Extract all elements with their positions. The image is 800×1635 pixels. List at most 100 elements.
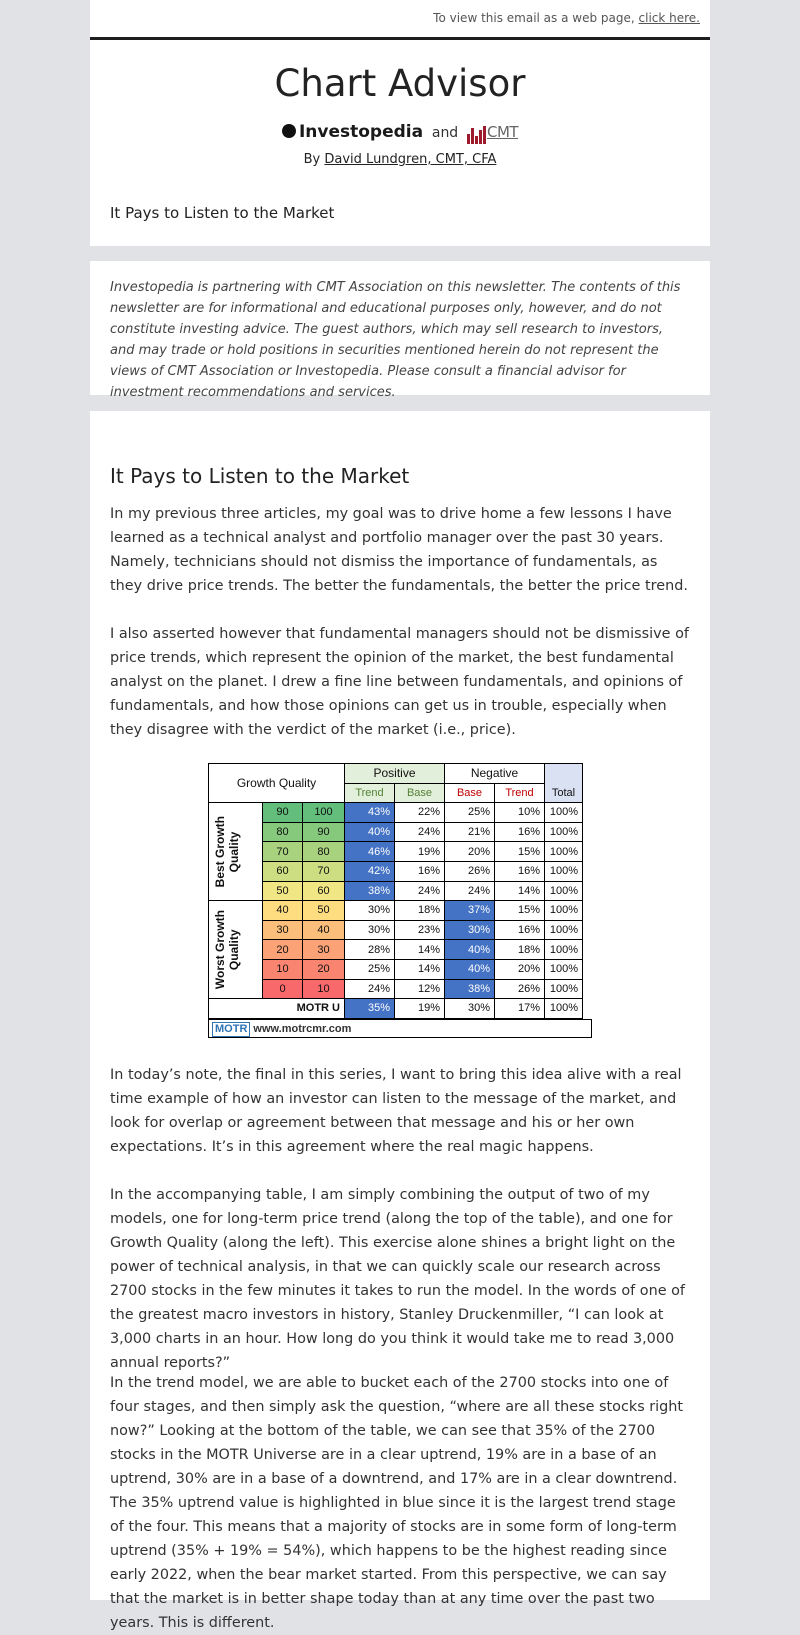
cell-pos-base: 18% [394, 900, 445, 921]
motr-table: Growth Quality Positive Negative Trend B… [208, 762, 583, 1019]
newsletter-title: Chart Advisor [274, 62, 526, 105]
article-title: It Pays to Listen to the Market [110, 464, 410, 488]
byline: By David Lundgren, CMT, CFA [90, 152, 710, 167]
header-positive: Positive [344, 763, 445, 784]
summary-neg-base: 30% [444, 998, 495, 1019]
cell-pos-trend: 25% [344, 958, 395, 980]
gq-low: 90 [262, 802, 303, 823]
header-growth-quality: Growth Quality [208, 762, 345, 804]
cell-pos-base: 16% [394, 860, 445, 882]
cell-pos-base: 19% [394, 841, 445, 862]
newsletter-header: Chart Advisor Investopedia and CMT By Da… [90, 40, 710, 246]
gq-high: 30 [302, 939, 345, 960]
gq-high: 70 [302, 860, 345, 882]
cell-pos-trend: 46% [344, 841, 395, 862]
gq-high: 10 [302, 978, 345, 1000]
gq-high: 50 [302, 900, 345, 921]
cell-pos-base: 14% [394, 939, 445, 960]
cell-pos-trend: 40% [344, 821, 395, 843]
cell-pos-trend: 43% [344, 802, 395, 823]
gq-low: 0 [262, 978, 303, 1000]
gq-low: 50 [262, 880, 303, 902]
cell-total: 100% [544, 860, 583, 882]
cell-pos-trend: 28% [344, 939, 395, 960]
cell-pos-trend: 30% [344, 919, 395, 941]
header-subtitle: It Pays to Listen to the Market [110, 204, 335, 222]
cell-neg-base: 21% [444, 821, 495, 843]
cell-neg-base: 40% [444, 939, 495, 960]
cmt-logo-text: CMT [486, 123, 519, 141]
article-paragraph: In today’s note, the final in this serie… [110, 1067, 682, 1155]
motr-table-image: Growth Quality Positive Negative Trend B… [208, 762, 594, 1038]
worst-growth-text: Worst Growth Quality [213, 910, 241, 990]
article-paragraph: In the trend model, we are able to bucke… [110, 1375, 684, 1631]
best-growth-text: Best Growth Quality [213, 816, 241, 888]
cell-neg-trend: 16% [494, 919, 545, 941]
byline-prefix: By [303, 152, 321, 167]
investopedia-logo-text: Investopedia [298, 122, 424, 142]
partners-and: and [431, 125, 459, 141]
cell-total: 100% [544, 821, 583, 843]
gq-high: 40 [302, 919, 345, 941]
worst-growth-label: Worst Growth Quality [208, 900, 263, 1000]
cell-pos-base: 24% [394, 880, 445, 902]
motr-logo: MOTR [212, 1022, 251, 1037]
cell-neg-trend: 18% [494, 939, 545, 960]
cell-total: 100% [544, 919, 583, 941]
cell-pos-trend: 38% [344, 880, 395, 902]
gq-low: 80 [262, 821, 303, 843]
webview-bar: To view this email as a web page, click … [90, 0, 710, 37]
summary-total: 100% [544, 998, 583, 1019]
cell-neg-trend: 26% [494, 978, 545, 1000]
cell-neg-trend: 14% [494, 880, 545, 902]
motr-u-label: MOTR U [208, 998, 345, 1019]
cell-pos-trend: 42% [344, 860, 395, 882]
webview-link[interactable]: click here. [639, 11, 700, 25]
cell-neg-trend: 20% [494, 958, 545, 980]
subheader-base: Base [394, 782, 445, 804]
article-paragraph: In the accompanying table, I am simply c… [110, 1187, 685, 1371]
cell-neg-base: 20% [444, 841, 495, 862]
cell-total: 100% [544, 841, 583, 862]
motr-url: www.motrcmr.com [253, 1023, 352, 1035]
cell-neg-base: 30% [444, 919, 495, 941]
author-link[interactable]: David Lundgren, CMT, CFA [324, 152, 496, 167]
article-paragraph: I also asserted however that fundamental… [110, 626, 689, 738]
webview-label: To view this email as a web page, [433, 11, 635, 25]
header-negative: Negative [444, 763, 545, 784]
gq-high: 20 [302, 958, 345, 980]
article-body: It Pays to Listen to the Market In my pr… [90, 411, 710, 1631]
table-footer: MOTR www.motrcmr.com [208, 1019, 592, 1038]
cell-total: 100% [544, 880, 583, 902]
cell-neg-base: 40% [444, 958, 495, 980]
gq-low: 30 [262, 919, 303, 941]
cell-neg-base: 37% [444, 900, 495, 921]
article-paragraph: In my previous three articles, my goal w… [110, 506, 688, 594]
gq-low: 20 [262, 939, 303, 960]
cell-pos-base: 14% [394, 958, 445, 980]
partner-logos: Investopedia and CMT [90, 122, 710, 144]
cell-neg-trend: 10% [494, 802, 545, 823]
cell-pos-trend: 30% [344, 900, 395, 921]
webview-text: To view this email as a web page, click … [433, 11, 700, 25]
cell-total: 100% [544, 978, 583, 1000]
cell-total: 100% [544, 802, 583, 823]
gq-high: 90 [302, 821, 345, 843]
cell-pos-base: 22% [394, 802, 445, 823]
subheader-trend: Trend [494, 782, 545, 804]
gq-low: 70 [262, 841, 303, 862]
gq-low: 10 [262, 958, 303, 980]
cell-neg-base: 25% [444, 802, 495, 823]
cell-neg-trend: 16% [494, 821, 545, 843]
cell-pos-base: 23% [394, 919, 445, 941]
header-total-top [544, 763, 583, 784]
summary-neg-trend: 17% [494, 998, 545, 1019]
gq-low: 60 [262, 860, 303, 882]
gq-low: 40 [262, 900, 303, 921]
subheader-trend: Trend [344, 782, 395, 804]
cell-pos-base: 24% [394, 821, 445, 843]
cell-total: 100% [544, 939, 583, 960]
header-total: Total [544, 783, 583, 804]
subheader-base: Base [444, 782, 495, 804]
best-growth-label: Best Growth Quality [208, 802, 263, 902]
